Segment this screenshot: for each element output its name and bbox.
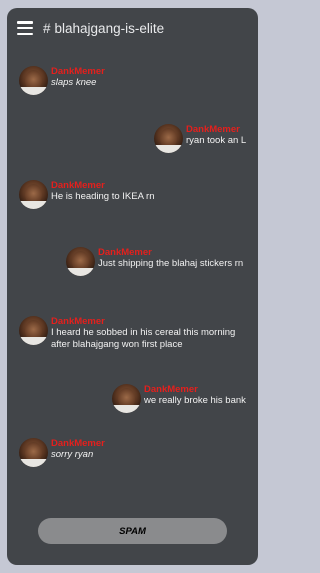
message-body: DankMemer sorry ryan [51,438,105,461]
message-text: sorry ryan [51,449,94,460]
chat-window: # blahajgang-is-elite DankMemer slaps kn… [7,8,258,565]
message-author[interactable]: DankMemer [144,384,246,395]
message-body: DankMemer He is heading to IKEA rn [51,180,155,203]
spam-button[interactable]: SPAM [38,518,227,544]
avatar[interactable] [112,384,141,413]
message-author[interactable]: DankMemer [51,438,105,449]
avatar[interactable] [19,438,48,467]
avatar[interactable] [19,66,48,95]
channel-name: blahajgang-is-elite [54,20,165,36]
avatar[interactable] [154,124,183,153]
menu-bar [17,21,33,24]
channel-header: # blahajgang-is-elite [17,18,164,38]
message-body: DankMemer we really broke his bank [144,384,246,407]
message-text: Just shipping the blahaj stickers rn [98,258,244,269]
message-author[interactable]: DankMemer [51,180,155,191]
message-author[interactable]: DankMemer [51,66,105,77]
message-body: DankMemer Just shipping the blahaj stick… [98,247,243,270]
message-text: slaps knee [51,77,97,88]
message-body: DankMemer ryan took an L [186,124,246,147]
chat-message: DankMemer Just shipping the blahaj stick… [66,247,243,276]
message-text: ryan took an L [186,135,247,146]
message-text-line-1: I heard he sobbed in his cereal this mor… [51,327,236,338]
message-body: DankMemer I heard he sobbed in his cerea… [51,316,235,351]
avatar[interactable] [19,316,48,345]
hamburger-menu-icon[interactable] [17,21,33,35]
chat-message: DankMemer He is heading to IKEA rn [19,180,155,209]
channel-hash-icon: # [43,20,51,36]
avatar[interactable] [19,180,48,209]
message-text-line-2: after blahajgang won first place [51,339,183,350]
chat-message: DankMemer sorry ryan [19,438,105,467]
channel-title: # blahajgang-is-elite [43,21,164,36]
message-text: we really broke his bank [144,395,246,406]
avatar[interactable] [66,247,95,276]
menu-bar [17,32,33,35]
message-author[interactable]: DankMemer [186,124,246,135]
chat-message: DankMemer ryan took an L [154,124,246,153]
chat-message: DankMemer we really broke his bank [112,384,246,413]
message-author[interactable]: DankMemer [51,316,235,327]
message-author[interactable]: DankMemer [98,247,243,258]
message-body: DankMemer slaps knee [51,66,105,89]
chat-message: DankMemer slaps knee [19,66,105,95]
message-text: He is heading to IKEA rn [51,191,155,202]
menu-bar [17,26,33,30]
chat-message: DankMemer I heard he sobbed in his cerea… [19,316,235,351]
